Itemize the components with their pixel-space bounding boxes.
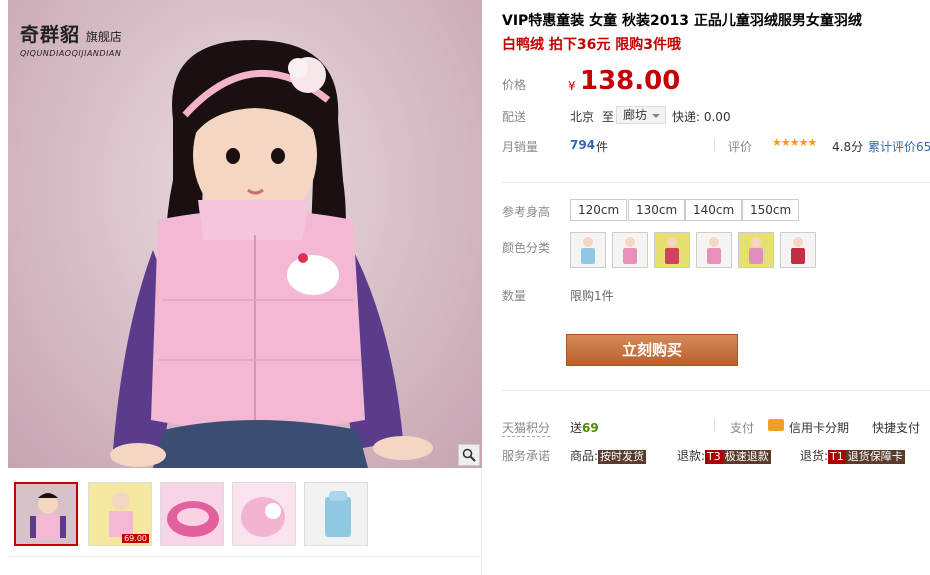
installment-link[interactable]: 信用卡分期 bbox=[789, 419, 849, 436]
color-swatch[interactable] bbox=[654, 232, 690, 268]
thumbnail-image bbox=[161, 483, 223, 545]
thumbnail-image bbox=[233, 483, 295, 545]
price-label: 价格 bbox=[502, 78, 527, 92]
product-gallery: 奇群貂 旗舰店 QIQUNDIAOQIJIANDIAN 69.00 bbox=[8, 0, 482, 575]
service-item-refund: 退款: T3 极速退款 bbox=[677, 447, 771, 464]
color-label: 颜色分类 bbox=[502, 241, 551, 255]
buy-now-button[interactable]: 立刻购买 bbox=[566, 334, 738, 366]
service-code-badge: T1 bbox=[828, 450, 846, 464]
rating-stars-icon: ★★★★★ bbox=[772, 136, 817, 149]
gallery-divider bbox=[8, 556, 482, 557]
rating-score: 4.8分 bbox=[832, 140, 864, 154]
color-swatch[interactable] bbox=[612, 232, 648, 268]
points-number: 69 bbox=[582, 421, 599, 435]
thumbnail-price-tag: 69.00 bbox=[122, 534, 149, 543]
ship-to-word: 至 bbox=[602, 110, 615, 124]
color-swatch-image bbox=[739, 233, 773, 267]
tmall-points-value: 送69 bbox=[570, 419, 599, 436]
monthly-sales-count: 794 bbox=[570, 138, 596, 152]
color-swatch[interactable] bbox=[696, 232, 732, 268]
price-value: 138.00 bbox=[580, 66, 681, 96]
service-code-badge: T3 bbox=[705, 450, 723, 464]
color-swatch[interactable] bbox=[738, 232, 774, 268]
monthly-sales-unit: 件 bbox=[596, 140, 609, 154]
color-swatch-image bbox=[697, 233, 731, 267]
divider bbox=[502, 182, 930, 183]
ship-from: 北京 bbox=[570, 110, 595, 124]
magnifier-icon bbox=[462, 448, 476, 462]
tmall-points-label[interactable]: 天猫积分 bbox=[502, 419, 551, 437]
zoom-button[interactable] bbox=[458, 444, 480, 466]
thumbnail-image bbox=[16, 484, 76, 544]
separator bbox=[714, 139, 715, 151]
thumbnail-image bbox=[305, 483, 367, 545]
size-label: 参考身高 bbox=[502, 205, 551, 219]
review-count-link[interactable]: 累计评价65 bbox=[868, 138, 930, 155]
brand-name: 奇群貂 bbox=[20, 24, 81, 46]
thumbnail-4[interactable] bbox=[232, 482, 296, 546]
divider bbox=[502, 390, 930, 391]
service-label: 服务承诺 bbox=[502, 449, 551, 463]
thumbnail-2[interactable]: 69.00 bbox=[88, 482, 152, 546]
service-badge[interactable]: 极速退款 bbox=[722, 450, 771, 464]
service-badge[interactable]: 退货保障卡 bbox=[845, 450, 905, 464]
thumbnail-5[interactable] bbox=[304, 482, 368, 546]
thumbnail-strip: 69.00 bbox=[8, 478, 482, 548]
product-info-panel: VIP特惠童装 女童 秋装2013 正品儿童羽绒服男女童羽绒 白鸭绒 拍下36元… bbox=[502, 0, 930, 575]
shipping-label: 配送 bbox=[502, 110, 527, 124]
size-option-140[interactable]: 140cm bbox=[685, 199, 743, 221]
review-label: 评价 bbox=[728, 140, 753, 154]
service-badge[interactable]: 按时发货 bbox=[598, 450, 647, 464]
currency-symbol: ¥ bbox=[568, 79, 576, 93]
main-product-image[interactable]: 奇群貂 旗舰店 QIQUNDIAOQIJIANDIAN bbox=[8, 0, 482, 468]
payment-label: 支付 bbox=[730, 421, 755, 435]
product-subtitle: 白鸭绒 拍下36元 限购3件哦 bbox=[502, 37, 681, 53]
credit-card-icon bbox=[768, 419, 784, 431]
service-prefix: 退款: bbox=[677, 449, 706, 463]
thumbnail-3[interactable] bbox=[160, 482, 224, 546]
quick-pay-link[interactable]: 快捷支付 bbox=[872, 419, 920, 436]
color-swatch[interactable] bbox=[780, 232, 816, 268]
quantity-label: 数量 bbox=[502, 289, 527, 303]
child-model-illustration bbox=[110, 40, 433, 468]
color-swatch[interactable] bbox=[570, 232, 606, 268]
color-swatch-image bbox=[781, 233, 815, 267]
points-prefix: 送 bbox=[570, 421, 583, 435]
service-prefix: 退货: bbox=[800, 449, 829, 463]
product-title: VIP特惠童装 女童 秋装2013 正品儿童羽绒服男女童羽绒 bbox=[502, 13, 862, 29]
color-swatch-image bbox=[571, 233, 605, 267]
size-option-150[interactable]: 150cm bbox=[742, 199, 800, 221]
service-item-return: 退货: T1 退货保障卡 bbox=[800, 447, 905, 464]
thumbnail-1[interactable] bbox=[14, 482, 78, 546]
separator bbox=[714, 420, 715, 432]
color-swatch-image bbox=[613, 233, 647, 267]
service-prefix: 商品: bbox=[570, 449, 599, 463]
quantity-limit: 限购1件 bbox=[570, 289, 614, 303]
color-swatch-image bbox=[655, 233, 689, 267]
size-option-130[interactable]: 130cm bbox=[628, 199, 686, 221]
monthly-sales-label: 月销量 bbox=[502, 140, 539, 154]
service-item-delivery: 商品: 按时发货 bbox=[570, 447, 647, 464]
destination-select[interactable]: 廊坊 bbox=[616, 106, 667, 124]
shipping-fee: 快递: 0.00 bbox=[672, 110, 731, 124]
size-option-120[interactable]: 120cm bbox=[570, 199, 628, 221]
